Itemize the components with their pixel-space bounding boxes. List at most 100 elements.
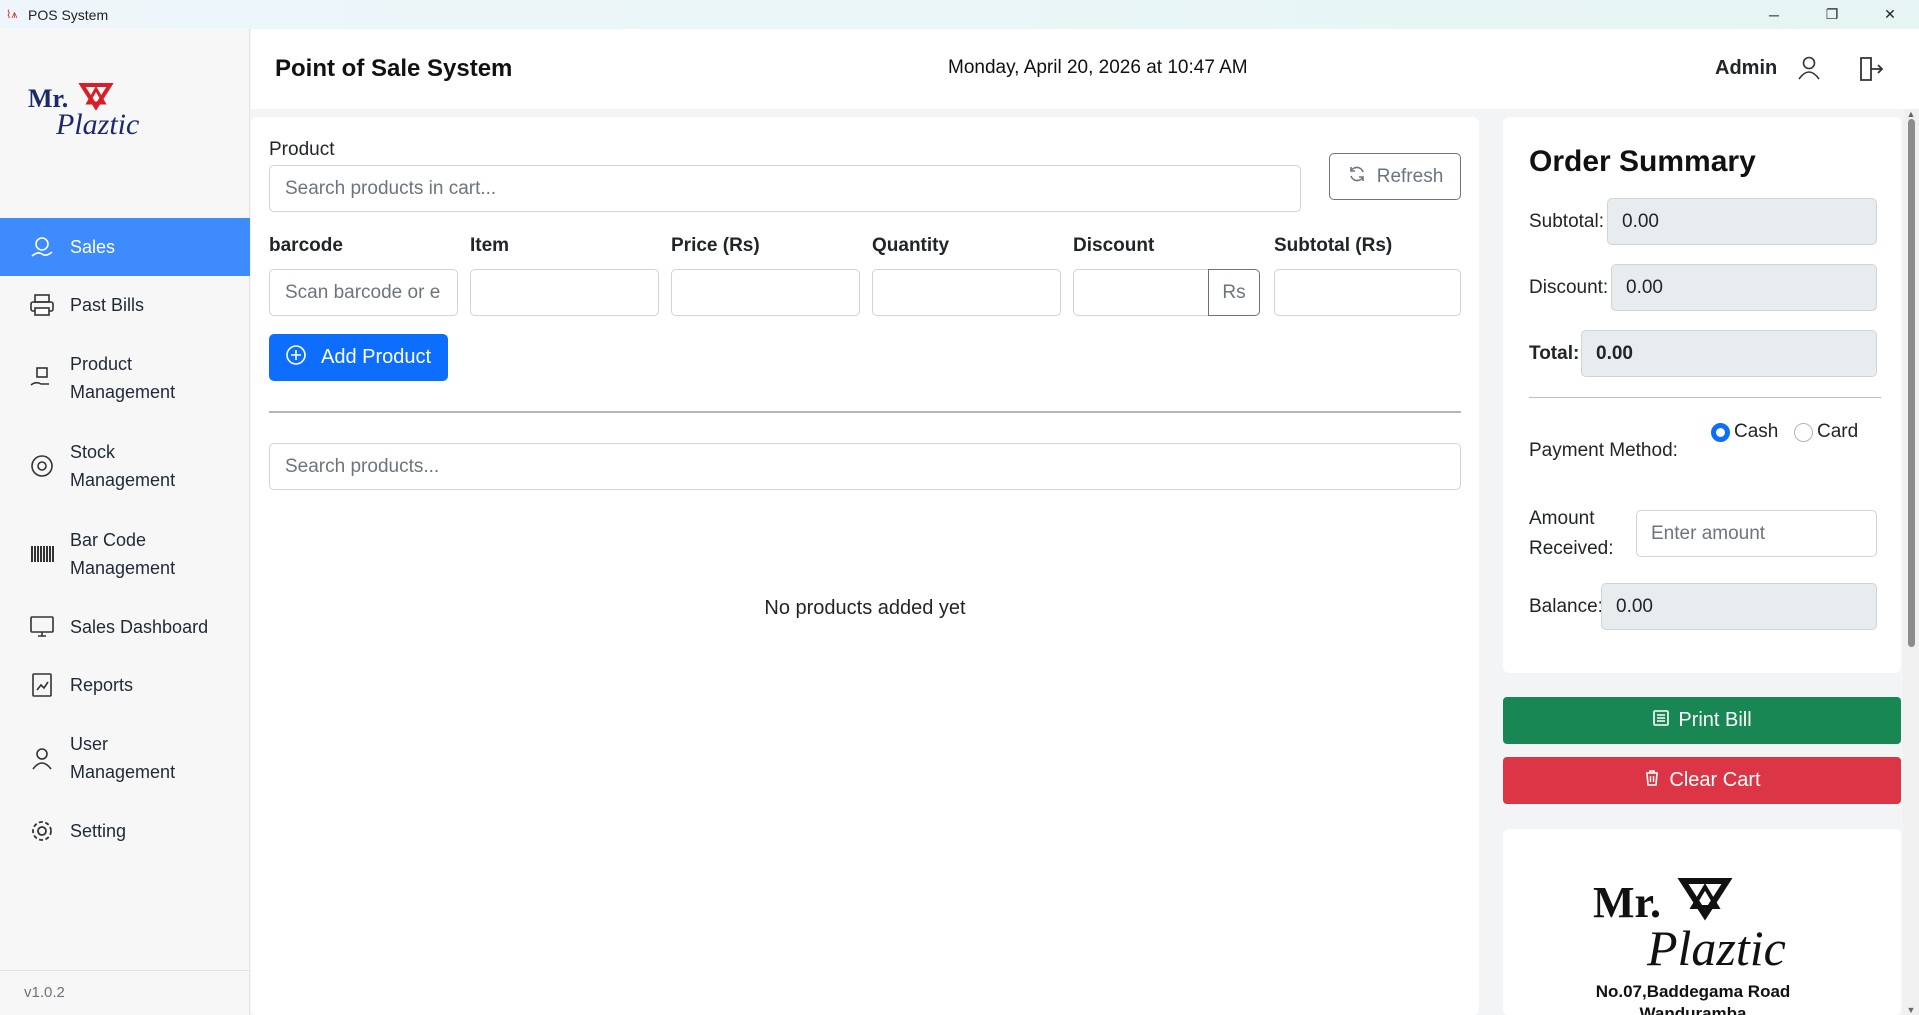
clear-cart-label: Clear Cart [1669,769,1761,791]
sidebar-item-past-bills[interactable]: Past Bills [0,276,250,334]
sidebar-item-reports[interactable]: Reports [0,656,250,714]
sidebar-item-product-management[interactable]: Product Management [0,334,250,422]
brand-logo[interactable]: Mr. Plaztic [28,81,158,141]
sidebar: Mr. Plaztic Sales Past Bills Product Man… [0,29,250,1015]
sidebar-nav: Sales Past Bills Product Management Stoc… [0,218,250,860]
sidebar-item-label: Reports [70,675,134,695]
payment-method-label: Payment Method: [1529,440,1678,461]
amount-received-input[interactable]: Enter amount [1636,510,1877,557]
current-datetime: Monday, April 20, 2026 at 10:47 AM [948,57,1248,78]
logout-icon[interactable] [1857,55,1885,88]
sales-icon [28,233,56,261]
top-header: Point of Sale System Monday, April 20, 2… [251,29,1919,109]
page-scrollbar[interactable]: ▲ ▼ [1903,109,1919,1015]
empty-cart-message: No products added yet [764,597,966,619]
col-quantity-label: Quantity [872,235,950,256]
subtotal-label: Subtotal: [1529,211,1604,232]
sidebar-item-label: Stock Management [70,442,176,490]
clear-cart-button[interactable]: Clear Cart [1503,757,1901,804]
store-address: No.07,Baddegama Road Wanduramba [1503,981,1883,1015]
printer-icon [28,291,56,319]
store-address-line2: Wanduramba [1639,1004,1747,1015]
add-product-label: Add Product [321,346,432,368]
sidebar-item-sales-dashboard[interactable]: Sales Dashboard [0,598,250,656]
col-price-label: Price (Rs) [671,235,760,256]
store-logo: Mr. Plaztic [1591,877,1811,978]
scroll-thumb[interactable] [1908,119,1915,647]
barcode-icon [28,540,56,568]
radio-unchecked-icon [1794,422,1813,442]
total-value: 0.00 [1581,330,1877,377]
discount-input[interactable] [1073,269,1209,316]
sidebar-item-label: Setting [70,821,127,841]
sidebar-item-label: Sales [70,237,116,257]
svg-text:Plaztic: Plaztic [1646,920,1786,973]
payment-card-label: Card [1817,421,1859,442]
payment-cash-radio[interactable]: Cash [1711,421,1778,443]
receipt-icon [1652,709,1670,733]
product-label: Product [269,139,335,160]
col-discount-label: Discount [1073,235,1155,256]
scroll-up-arrow-icon[interactable]: ▲ [1906,109,1916,119]
payment-card-radio[interactable]: Card [1794,421,1858,443]
sidebar-footer-divider [0,970,250,971]
dashboard-icon [28,613,56,641]
price-input[interactable] [671,269,860,316]
sidebar-item-label: Sales Dashboard [70,617,209,637]
discount-value: 0.00 [1611,264,1877,311]
close-button[interactable]: ✕ [1861,0,1919,29]
refresh-button[interactable]: Refresh [1329,153,1461,200]
window-controls: ─ ❐ ✕ [1745,0,1919,29]
discount-unit: Rs [1208,269,1260,316]
app-version: v1.0.2 [24,984,65,1001]
balance-value: 0.00 [1601,583,1877,630]
quantity-input[interactable] [872,269,1061,316]
scroll-down-arrow-icon[interactable]: ▼ [1906,1005,1916,1015]
sidebar-item-stock-management[interactable]: Stock Management [0,422,250,510]
sidebar-item-sales[interactable]: Sales [0,218,250,276]
user-name: Admin [1715,57,1778,79]
product-icon [28,364,56,392]
store-info-card: Mr. Plaztic No.07,Baddegama Road Wandura… [1503,829,1901,1015]
user-icon[interactable] [1796,55,1822,86]
window-titlebar: ⌇⩚ POS System ─ ❐ ✕ [0,0,1919,29]
store-address-line1: No.07,Baddegama Road [1595,982,1791,1001]
sidebar-item-barcode-management[interactable]: Bar Code Management [0,510,250,598]
sales-panel: Product Search products in cart... Refre… [251,117,1479,1015]
order-summary: Order Summary Subtotal: 0.00 Discount: 0… [1503,117,1901,673]
stock-icon [28,452,56,480]
summary-divider [1529,397,1881,398]
sidebar-item-label: Bar Code Management [70,530,176,578]
sidebar-item-label: Product Management [70,354,176,402]
subtotal-input[interactable] [1274,269,1461,316]
sidebar-item-setting[interactable]: Setting [0,802,250,860]
app-icon: ⌇⩚ [6,8,18,21]
item-input[interactable] [470,269,659,316]
section-divider [269,411,1461,413]
trash-icon [1643,769,1661,793]
maximize-button[interactable]: ❐ [1803,0,1861,29]
refresh-icon [1347,164,1367,190]
product-search-input[interactable]: Search products... [269,443,1461,490]
barcode-input[interactable]: Scan barcode or e [269,269,458,316]
window-title: POS System [28,6,109,23]
svg-text:Plaztic: Plaztic [55,108,139,141]
discount-label: Discount: [1529,277,1609,298]
col-barcode-label: barcode [269,235,343,256]
print-bill-button[interactable]: Print Bill [1503,697,1901,744]
cart-search-input[interactable]: Search products in cart... [269,165,1301,212]
amount-label-line2: Received: [1529,538,1614,559]
sidebar-item-label: Past Bills [70,295,145,315]
total-label: Total: [1529,343,1580,364]
col-subtotal-label: Subtotal (Rs) [1274,235,1393,256]
payment-cash-label: Cash [1734,421,1779,442]
minimize-button[interactable]: ─ [1745,0,1803,29]
sidebar-item-user-management[interactable]: User Management [0,714,250,802]
refresh-label: Refresh [1376,165,1444,187]
add-product-button[interactable]: Add Product [269,334,448,381]
subtotal-value: 0.00 [1607,198,1877,245]
col-item-label: Item [470,235,510,256]
amount-label-line1: Amount [1529,508,1595,529]
radio-checked-icon [1711,422,1730,442]
balance-label: Balance: [1529,596,1603,617]
